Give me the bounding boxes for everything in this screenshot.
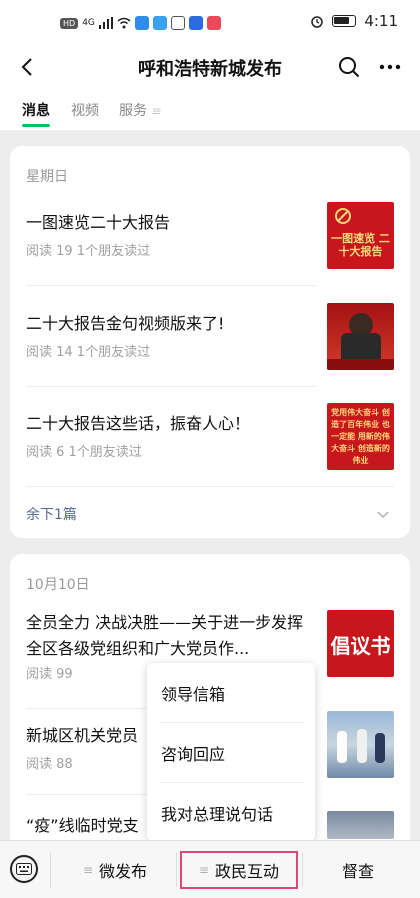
party-emblem-icon xyxy=(335,208,351,224)
menu-lines-icon: ≡ xyxy=(198,863,210,877)
menu-item-message-to-premier[interactable]: 我对总理说句话 xyxy=(147,783,315,842)
article-meta: 阅读 6 1个朋友读过 xyxy=(26,445,142,460)
status-bar: HD 4G 4:11 xyxy=(0,0,420,46)
wifi-icon xyxy=(117,17,131,29)
day-label: 星期日 xyxy=(26,169,68,185)
day-label: 10月10日 xyxy=(26,577,90,593)
clock: 4:11 xyxy=(364,12,398,30)
menu-button-label: 督查 xyxy=(341,862,374,881)
popup-submenu: 领导信箱 咨询回应 我对总理说句话 xyxy=(147,663,315,841)
separator xyxy=(176,853,177,887)
tab-messages[interactable]: 消息 xyxy=(22,100,50,120)
tab-videos[interactable]: 视频 xyxy=(71,100,99,120)
keyboard-toggle-button[interactable] xyxy=(10,855,38,883)
divider xyxy=(26,285,316,286)
divider xyxy=(26,386,316,387)
hd-indicator: HD xyxy=(60,17,79,29)
article-meta: 阅读 19 1个朋友读过 xyxy=(26,244,151,259)
menu-button-government-interaction[interactable]: ≡ 政民互动 xyxy=(180,851,298,889)
alarm-icon xyxy=(311,16,324,28)
separator xyxy=(302,853,303,887)
article-title: 一图速览二十大报告 xyxy=(26,213,171,232)
article-thumbnail xyxy=(327,711,394,778)
video-app-icon xyxy=(206,16,221,30)
app-header: 呼和浩特新城发布 xyxy=(0,46,420,88)
thumbnail-caption: 一图速览 二十大报告 xyxy=(331,232,390,258)
signal-bars-icon xyxy=(98,17,113,29)
search-icon xyxy=(339,57,360,78)
tab-services-label: 服务 xyxy=(119,103,147,119)
article-item[interactable]: 一图速览二十大报告 阅读 19 1个朋友读过 一图速览 二十大报告 xyxy=(10,202,410,272)
grid-app-icon xyxy=(170,16,185,30)
tab-bar: 消息 视频 服务 ≡ xyxy=(0,88,420,130)
cloud-app-icon xyxy=(152,16,167,30)
article-thumbnail xyxy=(327,811,394,839)
article-title: 全员全力 决战决胜——关于进一步发挥全区各级党组织和广大党员作... xyxy=(26,613,304,658)
menu-button-supervision[interactable]: 督查 xyxy=(306,851,410,889)
menu-lines-icon: ≡ xyxy=(82,863,94,877)
menu-button-micro-publish[interactable]: ≡ 微发布 xyxy=(60,851,170,889)
status-icons-left: HD 4G xyxy=(60,14,221,32)
active-tab-indicator xyxy=(22,124,50,127)
thumbnail-caption: 倡议书 xyxy=(330,634,391,658)
article-item[interactable]: 二十大报告这些话，振奋人心！ 阅读 6 1个朋友读过 党用伟大奋斗 创造了百年伟… xyxy=(10,403,410,473)
figure-shape xyxy=(375,733,385,763)
remaining-articles-link[interactable]: 余下1篇 xyxy=(26,504,77,524)
article-title: 二十大报告这些话，振奋人心！ xyxy=(26,414,251,433)
divider xyxy=(26,486,394,487)
article-thumbnail: 倡议书 xyxy=(327,610,394,677)
menu-lines-icon: ≡ xyxy=(151,104,162,118)
more-button[interactable] xyxy=(372,50,408,84)
article-item[interactable]: 二十大报告金句视频版来了! 阅读 14 1个朋友读过 xyxy=(10,303,410,373)
article-thumbnail xyxy=(327,303,394,370)
signal-indicator: 4G xyxy=(82,18,95,28)
separator xyxy=(50,853,51,887)
signal-label: 4G xyxy=(82,18,95,28)
caption-band xyxy=(327,359,394,370)
menu-button-label: 微发布 xyxy=(99,862,148,881)
more-dots-icon xyxy=(379,64,401,70)
message-card: 星期日 一图速览二十大报告 阅读 19 1个朋友读过 一图速览 二十大报告 二十… xyxy=(10,146,410,538)
menu-button-label: 政民互动 xyxy=(215,862,280,881)
figure-shape xyxy=(337,731,347,763)
chevron-down-icon[interactable] xyxy=(375,506,391,522)
article-meta: 阅读 99 xyxy=(26,667,73,682)
search-button[interactable] xyxy=(332,50,366,84)
menu-item-consultation-response[interactable]: 咨询回应 xyxy=(147,723,315,782)
figure-shape xyxy=(357,729,367,763)
article-thumbnail: 党用伟大奋斗 创造了百年伟业 也一定能 用新的伟大奋斗 创造新的伟业 xyxy=(327,403,394,470)
battery-icon xyxy=(332,15,357,27)
keyboard-icon xyxy=(16,863,32,875)
search-app-icon xyxy=(134,16,149,30)
article-meta: 阅读 14 1个朋友读过 xyxy=(26,345,151,360)
article-thumbnail: 一图速览 二十大报告 xyxy=(327,202,394,269)
status-icons-right: 4:11 xyxy=(310,12,398,30)
article-title: 二十大报告金句视频版来了! xyxy=(26,314,225,333)
thumbnail-caption: 党用伟大奋斗 创造了百年伟业 也一定能 用新的伟大奋斗 创造新的伟业 xyxy=(331,407,390,465)
article-meta: 阅读 88 xyxy=(26,757,73,772)
arrow-app-icon xyxy=(188,16,203,30)
menu-item-leader-mailbox[interactable]: 领导信箱 xyxy=(147,663,315,722)
bottom-menu-bar: ≡ 微发布 ≡ 政民互动 督查 xyxy=(0,840,420,898)
tab-services[interactable]: 服务 ≡ xyxy=(119,100,162,120)
